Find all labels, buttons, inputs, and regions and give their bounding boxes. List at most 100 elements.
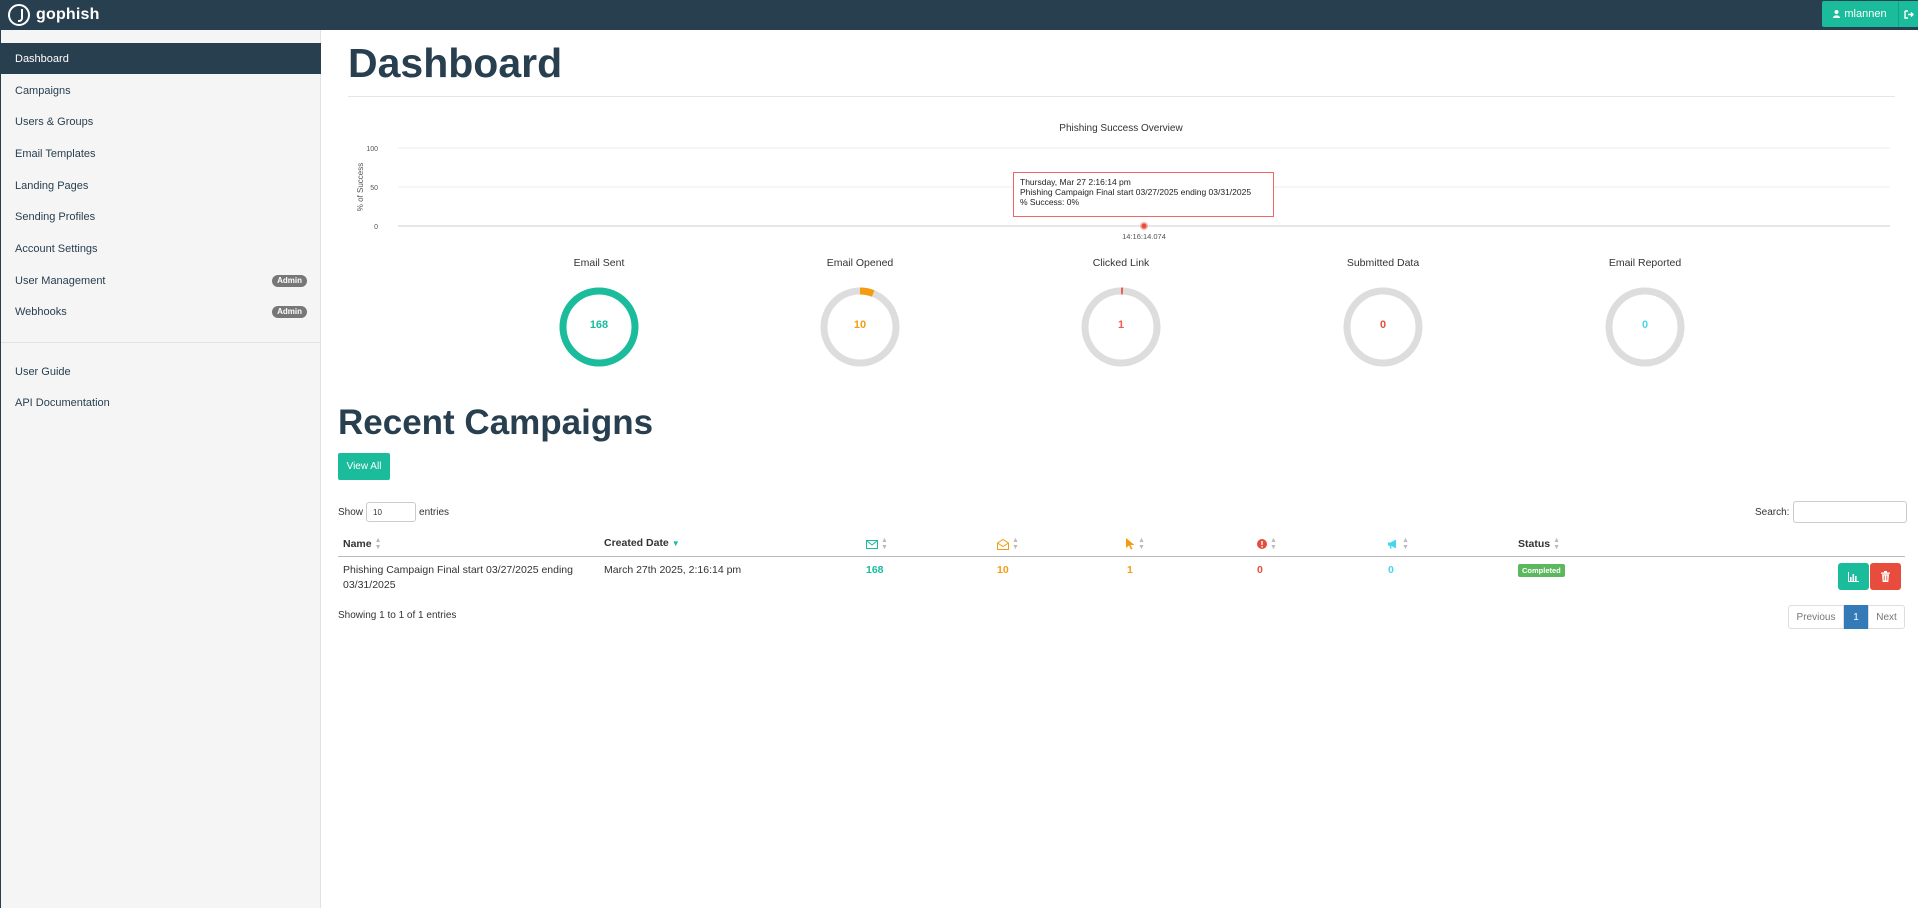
sidebar-item-dashboard[interactable]: Dashboard [1,43,321,74]
created-date-cell: March 27th 2025, 2:16:14 pm [604,564,742,576]
chart-tooltip: Thursday, Mar 27 2:16:14 pm Phishing Cam… [1013,172,1274,217]
campaign-name-cell[interactable]: Phishing Campaign Final start 03/27/2025… [343,563,583,593]
sidebar-item-label: Email Templates [15,147,96,160]
bar-chart-icon [1848,571,1859,582]
column-header-clicked[interactable]: ▲ ▼ [1126,537,1145,551]
exclamation-circle-icon [1257,539,1267,549]
clicked-link-value: 1 [1117,319,1125,331]
sort-icon: ▲ ▼ [1402,537,1409,551]
data-point [1141,223,1147,229]
campaign-results-button[interactable] [1838,563,1869,590]
sidebar-item-landing-pages[interactable]: Landing Pages [1,170,321,201]
brand-name: gophish [36,6,100,23]
sidebar-item-sending-profiles[interactable]: Sending Profiles [1,201,321,232]
table-info: Showing 1 to 1 of 1 entries [338,610,457,621]
submitted-cell: 0 [1257,564,1263,576]
sort-icon: ▲ ▼ [1553,537,1561,551]
email-opened-value: 10 [853,319,867,331]
y-tick-label: 100 [366,146,378,153]
page-title: Dashboard [348,40,563,86]
user-name: mlannen [1844,8,1887,20]
sidebar-divider [1,342,321,343]
brand-logo[interactable]: gophish [8,3,100,27]
x-tick-label: 14:16:14.074 [1122,232,1166,241]
page-length-input[interactable] [366,502,417,522]
column-header-label: Name [343,538,372,550]
page-length-control: Show entries [338,502,449,522]
sidebar-item-label: API Documentation [15,396,110,409]
tooltip-campaign: Phishing Campaign Final start 03/27/2025… [1020,187,1252,197]
top-navbar: gophish mlannen [0,0,1918,30]
sort-icon: ▲ ▼ [374,537,382,551]
clicked-cell: 1 [1127,564,1133,576]
submitted-data-label: Submitted Data [1346,257,1420,269]
sort-icon: ▲ ▼ [881,537,888,551]
cursor-icon [1126,538,1135,550]
sort-icon: ▲ ▼ [1270,537,1277,551]
user-icon [1833,10,1841,18]
opened-cell: 10 [997,564,1009,576]
email-reported-label: Email Reported [1608,257,1682,269]
y-axis-label: % of Success [356,163,365,211]
delete-campaign-button[interactable] [1870,563,1901,590]
sign-out-icon [1903,9,1914,19]
column-header-created-date[interactable]: Created Date ▼ [604,537,680,549]
pagination-previous[interactable]: Previous [1788,605,1844,629]
column-header-label: Created Date [604,537,669,549]
sidebar-item-users-groups[interactable]: Users & Groups [1,106,321,137]
table-header-divider [338,556,1905,557]
recent-campaigns-title: Recent Campaigns [338,403,654,442]
email-opened-label: Email Opened [826,257,894,269]
y-tick-label: 0 [374,224,378,231]
search-input[interactable] [1793,501,1908,523]
sidebar-item-label: Users & Groups [15,115,94,128]
email-reported-value: 0 [1641,319,1649,331]
sidebar-item-webhooks[interactable]: Webhooks Admin [1,296,321,327]
column-header-name[interactable]: Name ▲ ▼ [343,537,382,551]
tooltip-date: Thursday, Mar 27 2:16:14 pm [1020,177,1131,187]
envelope-open-icon [997,538,1009,550]
sidebar-link-api-documentation[interactable]: API Documentation [1,387,321,418]
email-sent-value: 168 [589,319,609,331]
sidebar-item-label: User Guide [15,365,71,378]
sidebar-item-campaigns[interactable]: Campaigns [1,75,321,106]
y-tick-label: 50 [370,185,378,192]
sidebar-item-label: Campaigns [15,84,71,97]
view-all-button[interactable]: View All [338,453,390,480]
gophish-logo-icon [8,4,30,26]
chart-title: Phishing Success Overview [1059,123,1183,134]
sidebar-item-user-management[interactable]: User Management Admin [1,265,321,296]
bullhorn-icon [1388,539,1396,549]
table-search: Search: [1755,501,1908,523]
clicked-link-label: Clicked Link [1092,257,1150,269]
sidebar-item-label: Account Settings [15,242,98,255]
column-header-submitted[interactable]: ▲ ▼ [1257,537,1277,551]
submitted-data-value: 0 [1379,319,1387,331]
search-label: Search: [1755,506,1790,518]
sidebar-item-label: Landing Pages [15,179,89,192]
sidebar-item-label: User Management [15,274,106,287]
envelope-icon [866,539,878,549]
user-menu-button[interactable]: mlannen [1822,1,1898,27]
pagination-next[interactable]: Next [1868,605,1905,629]
sidebar-item-label: Sending Profiles [15,210,96,223]
sidebar-item-account-settings[interactable]: Account Settings [1,233,321,264]
sort-icon: ▲ ▼ [1012,537,1019,551]
sidebar-item-email-templates[interactable]: Email Templates [1,138,321,169]
sidebar: Dashboard Campaigns Users & Groups Email… [0,30,321,908]
column-header-status[interactable]: Status ▲ ▼ [1518,537,1560,551]
pagination: Previous 1 Next [1788,605,1905,629]
title-divider [348,96,1895,97]
sort-icon: ▲ ▼ [1138,537,1145,551]
status-badge: Completed [1518,564,1565,577]
entries-label: entries [419,506,450,518]
reported-cell: 0 [1388,564,1394,576]
logout-button[interactable] [1898,1,1918,27]
sent-cell: 168 [866,564,884,576]
column-header-sent[interactable]: ▲ ▼ [866,537,888,551]
column-header-reported[interactable]: ▲ ▼ [1387,537,1409,551]
sidebar-item-label: Dashboard [15,52,69,65]
sidebar-link-user-guide[interactable]: User Guide [1,356,321,387]
column-header-opened[interactable]: ▲ ▼ [997,537,1019,551]
pagination-page-1[interactable]: 1 [1844,605,1868,629]
